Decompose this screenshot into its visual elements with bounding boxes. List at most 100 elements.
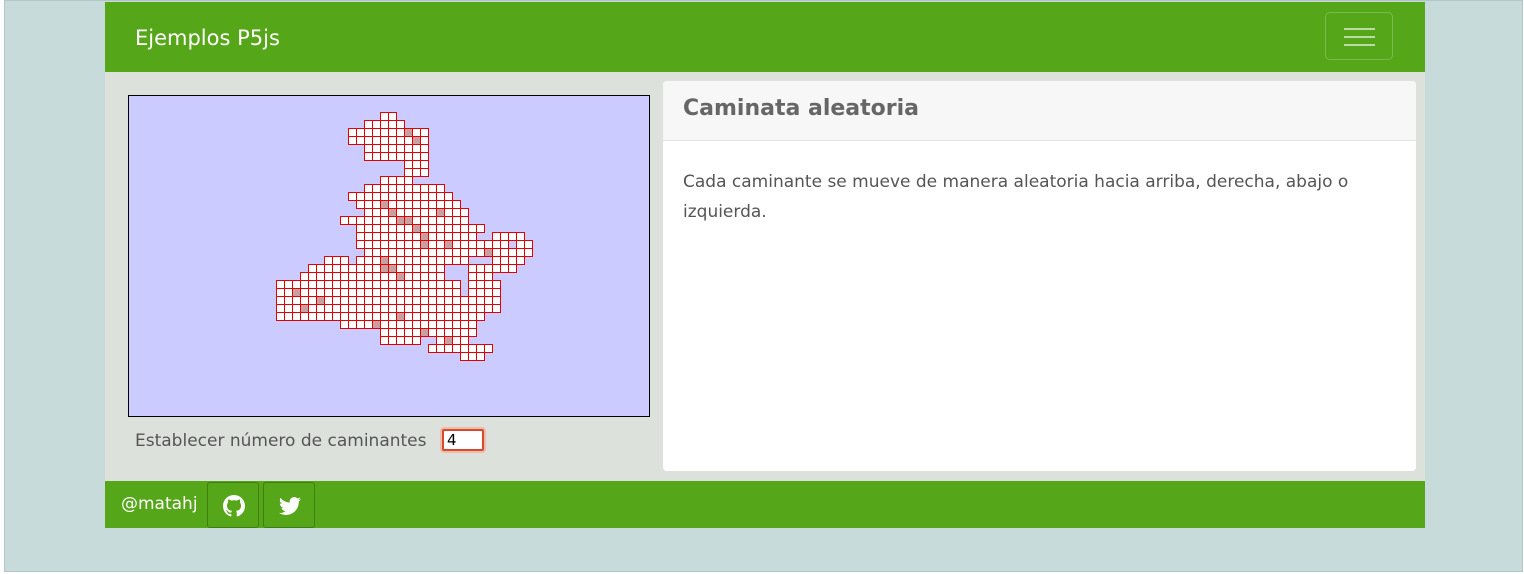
hamburger-menu-button[interactable] bbox=[1325, 12, 1393, 60]
walk-cell bbox=[444, 224, 453, 233]
walk-cell bbox=[396, 184, 405, 193]
walk-cell bbox=[388, 264, 397, 273]
walk-cell bbox=[404, 232, 413, 241]
walk-cell bbox=[468, 344, 477, 353]
walk-cell bbox=[396, 152, 405, 161]
walk-cell bbox=[380, 144, 389, 153]
walk-cell bbox=[452, 232, 461, 241]
walk-cell bbox=[444, 312, 453, 321]
walk-cell bbox=[308, 312, 317, 321]
twitter-button[interactable] bbox=[263, 482, 315, 528]
walk-cell bbox=[460, 296, 469, 305]
walk-cell bbox=[356, 272, 365, 281]
hamburger-menu-icon bbox=[1344, 36, 1375, 38]
walk-cell bbox=[332, 288, 341, 297]
walk-cell bbox=[404, 320, 413, 329]
walk-cell bbox=[444, 328, 453, 337]
walk-cell bbox=[452, 216, 461, 225]
walk-cell bbox=[364, 200, 373, 209]
walk-cell bbox=[348, 272, 357, 281]
walk-cell bbox=[452, 296, 461, 305]
walk-cell bbox=[452, 336, 461, 345]
walk-cell bbox=[364, 304, 373, 313]
walk-cell bbox=[388, 336, 397, 345]
walk-cell bbox=[348, 288, 357, 297]
navbar: Ejemplos P5js bbox=[105, 2, 1425, 72]
walk-cell bbox=[372, 224, 381, 233]
walk-cell bbox=[428, 320, 437, 329]
walk-cell bbox=[404, 208, 413, 217]
walk-cell bbox=[404, 328, 413, 337]
walk-cell bbox=[436, 240, 445, 249]
walk-cell bbox=[428, 224, 437, 233]
walk-cell bbox=[324, 272, 333, 281]
walk-cell bbox=[412, 136, 421, 145]
walk-cell bbox=[388, 192, 397, 201]
walk-cell bbox=[292, 288, 301, 297]
walkers-input[interactable] bbox=[442, 429, 484, 451]
walk-cell bbox=[420, 168, 429, 177]
walk-cell bbox=[388, 256, 397, 265]
walk-cell bbox=[372, 192, 381, 201]
walk-cell bbox=[420, 184, 429, 193]
walk-cell bbox=[468, 296, 477, 305]
walk-cell bbox=[388, 296, 397, 305]
walk-cell bbox=[412, 304, 421, 313]
walk-cell bbox=[476, 224, 485, 233]
github-button[interactable] bbox=[207, 482, 259, 528]
walk-cell bbox=[380, 328, 389, 337]
hamburger-menu-icon bbox=[1344, 44, 1375, 46]
walk-cell bbox=[460, 240, 469, 249]
walk-cell bbox=[372, 128, 381, 137]
walk-cell bbox=[404, 224, 413, 233]
walk-cell bbox=[484, 264, 493, 273]
walk-cell bbox=[444, 304, 453, 313]
walk-cell bbox=[356, 200, 365, 209]
walk-cell bbox=[388, 208, 397, 217]
walk-cell bbox=[380, 264, 389, 273]
walk-cell bbox=[476, 352, 485, 361]
walk-cell bbox=[468, 288, 477, 297]
walk-cell bbox=[348, 216, 357, 225]
walk-cell bbox=[492, 232, 501, 241]
random-walk-canvas[interactable] bbox=[128, 95, 650, 417]
walk-cell bbox=[276, 280, 285, 289]
navbar-brand[interactable]: Ejemplos P5js bbox=[135, 24, 280, 52]
walk-cell bbox=[436, 200, 445, 209]
walk-cell bbox=[436, 216, 445, 225]
walk-cell bbox=[436, 288, 445, 297]
walk-cell bbox=[356, 128, 365, 137]
walk-cell bbox=[412, 248, 421, 257]
walk-cell bbox=[412, 328, 421, 337]
walk-cell bbox=[388, 248, 397, 257]
walk-cell bbox=[372, 264, 381, 273]
walk-cell bbox=[404, 288, 413, 297]
walk-cell bbox=[484, 272, 493, 281]
walk-cell bbox=[444, 208, 453, 217]
walk-cell bbox=[420, 256, 429, 265]
walk-cell bbox=[292, 304, 301, 313]
walk-cell bbox=[308, 296, 317, 305]
walk-cell bbox=[388, 288, 397, 297]
walk-cell bbox=[364, 136, 373, 145]
walk-cell bbox=[364, 216, 373, 225]
walk-cell bbox=[364, 152, 373, 161]
walk-cell bbox=[460, 256, 469, 265]
footer: @matahj bbox=[105, 481, 1425, 528]
walk-cell bbox=[388, 240, 397, 249]
walk-cell bbox=[380, 136, 389, 145]
walk-cell bbox=[436, 208, 445, 217]
walk-cell bbox=[364, 208, 373, 217]
walk-cell bbox=[524, 248, 533, 257]
walk-cell bbox=[460, 208, 469, 217]
walk-cell bbox=[436, 192, 445, 201]
walk-cell bbox=[356, 256, 365, 265]
walk-cell bbox=[324, 280, 333, 289]
walk-cell bbox=[348, 136, 357, 145]
walk-cell bbox=[420, 240, 429, 249]
walk-cell bbox=[340, 256, 349, 265]
walk-cell bbox=[412, 200, 421, 209]
walk-cell bbox=[444, 344, 453, 353]
walk-cell bbox=[388, 152, 397, 161]
walk-cell bbox=[356, 264, 365, 273]
